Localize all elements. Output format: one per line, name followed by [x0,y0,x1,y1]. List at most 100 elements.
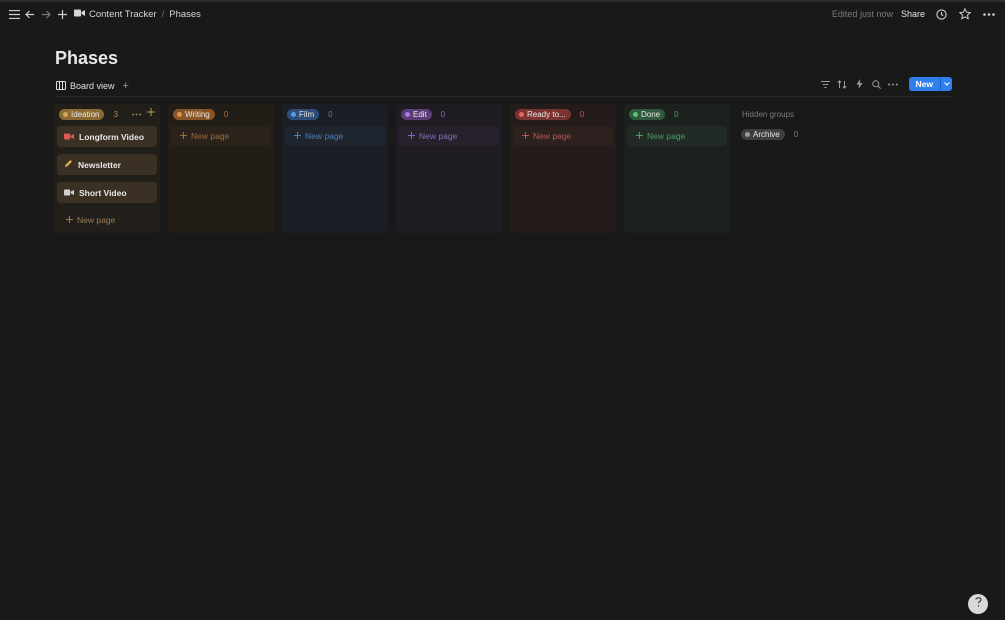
new-page-label: New page [191,131,230,141]
status-label: Edit [413,110,427,119]
status-badge[interactable]: Archive [741,128,785,140]
board-card[interactable]: Newsletter [57,154,157,175]
plus-icon [294,131,301,141]
plus-icon [636,131,643,141]
column-edit: Edit 0 New page [396,104,502,233]
more-icon[interactable] [981,6,997,22]
breadcrumb-label: Content Tracker [89,8,157,20]
status-dot [519,112,524,117]
chevron-down-icon[interactable] [940,77,952,91]
more-icon[interactable] [888,77,899,91]
new-page-button[interactable]: New page [627,126,727,146]
column-header: Writing 0 [171,108,271,121]
status-badge[interactable]: Done [629,109,666,120]
column-count: 0 [328,110,333,119]
column-done: Done 0 New page [624,104,730,233]
status-badge[interactable]: Ready to... [515,109,571,120]
board-card[interactable]: Longform Video [57,126,157,147]
status-badge[interactable]: Ideation [59,109,105,120]
view-tab-label: Board view [70,81,115,91]
star-icon[interactable] [957,6,973,22]
column-actions [132,108,155,118]
status-badge[interactable]: Edit [401,109,432,120]
breadcrumb: Content Tracker / Phases [74,9,201,20]
help-button[interactable] [968,594,988,614]
board: Ideation 3 Longform Video Newsletter Sho… [54,104,828,233]
status-label: Ideation [71,110,100,119]
back-arrow-icon[interactable] [22,6,38,22]
status-badge[interactable]: Writing [173,109,215,120]
more-icon[interactable] [132,108,141,118]
hidden-group-archive[interactable]: Archive 0 [741,128,825,140]
filter-icon[interactable] [820,77,831,91]
card-title: Short Video [79,187,127,198]
new-page-button[interactable]: New page [399,126,499,146]
column-ready-to: Ready to... 0 New page [510,104,616,233]
video-camera-icon [74,9,85,20]
new-page-label: New page [419,131,458,141]
column-header: Film 0 [285,108,385,121]
status-dot [63,112,68,117]
new-button-label: New [915,79,933,89]
column-count: 0 [674,110,679,119]
pencil-icon [64,159,73,170]
topbar-left: Content Tracker / Phases [0,6,201,22]
new-page-button[interactable]: New page [57,210,157,230]
status-label: Writing [185,110,210,119]
new-page-label: New page [77,215,116,225]
card-title: Newsletter [78,159,121,170]
view-tools: New [820,77,952,91]
column-count: 0 [579,110,585,119]
menu-icon[interactable] [6,6,22,22]
status-label: Archive [753,129,780,139]
search-icon[interactable] [871,77,882,91]
new-button[interactable]: New [908,77,952,91]
column-count: 0 [223,110,229,119]
plus-icon [408,131,415,141]
status-label: Ready to... [527,110,566,119]
lightning-icon[interactable] [854,77,865,91]
status-dot [405,112,410,117]
column-count: 0 [440,110,446,119]
tab-board-view[interactable]: Board view [56,80,115,92]
column-ideation: Ideation 3 Longform Video Newsletter Sho… [54,104,160,233]
hidden-groups-label: Hidden groups [742,110,795,119]
new-page-label: New page [305,131,344,141]
plus-icon[interactable] [54,6,70,22]
page-title: Phases [55,48,119,68]
video-camera-icon [64,188,74,198]
edited-status: Edited just now [831,9,893,19]
clock-icon[interactable] [933,6,949,22]
breadcrumb-item-content-tracker[interactable]: Content Tracker [74,9,157,20]
top-bar: Content Tracker / Phases Edited just now… [0,2,1005,26]
column-film: Film 0 New page [282,104,388,233]
breadcrumb-item-phases[interactable]: Phases [169,9,201,20]
plus-icon [180,131,187,141]
card-title: Longform Video [79,131,145,142]
plus-icon [66,215,73,225]
hidden-groups: Hidden groups Archive 0 [738,104,828,233]
column-writing: Writing 0 New page [168,104,274,233]
plus-icon[interactable] [147,108,155,118]
breadcrumb-separator: / [161,8,165,20]
topbar-right: Edited just now Share [832,2,997,26]
divider [56,96,952,97]
new-page-button[interactable]: New page [513,126,613,146]
plus-icon [522,131,529,141]
sort-icon[interactable] [837,77,848,91]
column-header: Ideation 3 [57,108,157,121]
status-label: Done [641,110,661,119]
column-count: 3 [113,110,118,119]
new-page-button[interactable]: New page [171,126,271,146]
new-page-label: New page [647,131,686,141]
add-view-button[interactable]: + [123,80,129,92]
share-button[interactable]: Share [901,9,925,19]
column-header: Done 0 [627,108,727,121]
column-count: 0 [793,129,799,139]
board-card[interactable]: Short Video [57,182,157,203]
new-page-button[interactable]: New page [285,126,385,146]
status-dot [633,112,638,117]
forward-arrow-icon[interactable] [38,6,54,22]
breadcrumb-label: Phases [169,8,201,20]
status-badge[interactable]: Film [287,109,320,120]
